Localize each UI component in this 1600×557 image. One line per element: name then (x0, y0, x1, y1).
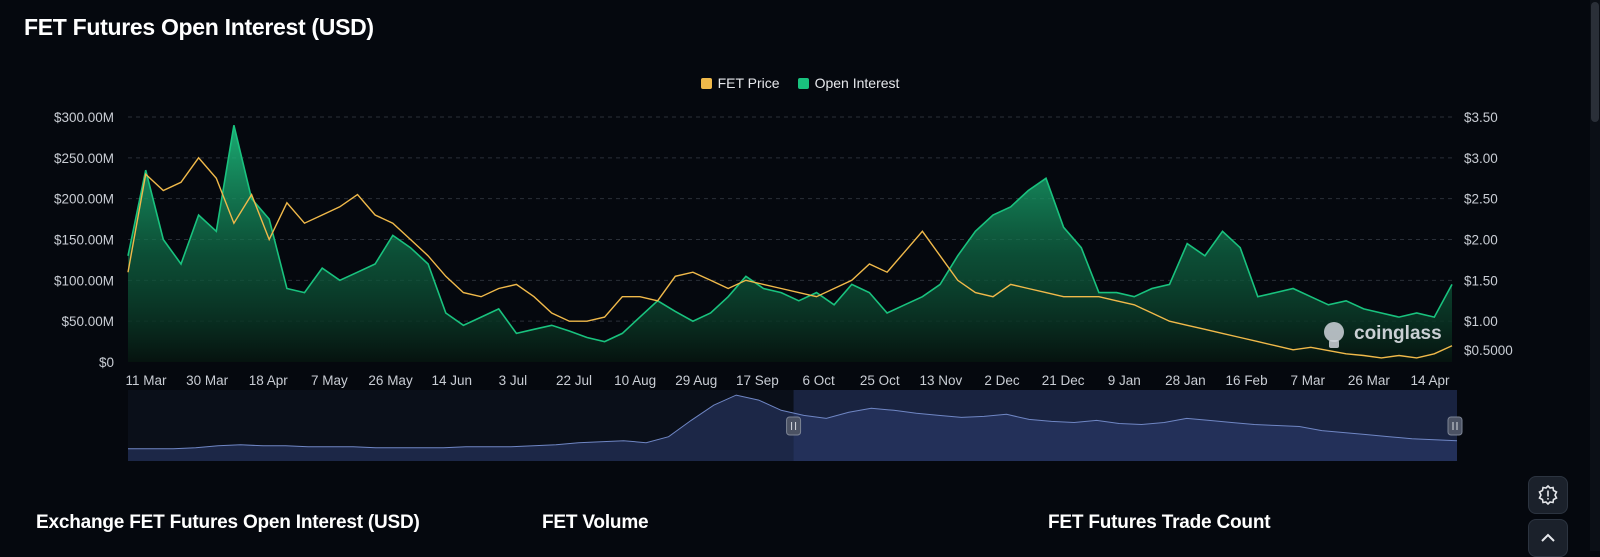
right-axis-tick: $2.00 (1464, 233, 1498, 248)
series-layer (127, 125, 1453, 362)
coinglass-logo-icon (1324, 322, 1344, 342)
x-axis-tick: 3 Jul (499, 373, 528, 388)
navigator-handle-left[interactable] (786, 416, 802, 436)
chevron-up-icon (1541, 533, 1555, 542)
x-axis-tick: 14 Jun (431, 373, 472, 388)
x-axis-tick: 29 Aug (675, 373, 717, 388)
left-axis-tick: $150.00M (54, 233, 114, 248)
left-axis-tick: $300.00M (54, 110, 114, 125)
x-axis-tick: 22 Jul (556, 373, 592, 388)
chart-area: $300.00M $250.00M $200.00M $150.00M $100.00M… (54, 110, 1513, 461)
x-axis-tick: 17 Sep (736, 373, 779, 388)
page-scrollbar-thumb[interactable] (1591, 2, 1599, 122)
x-axis-tick: 18 Apr (249, 373, 289, 388)
navigator-handle-right[interactable] (1447, 416, 1463, 436)
x-axis-tick: 9 Jan (1108, 373, 1141, 388)
right-axis-tick: $3.00 (1464, 151, 1498, 166)
x-axis-tick: 30 Mar (186, 373, 229, 388)
x-axis-labels: 11 Mar 30 Mar 18 Apr 7 May 26 May 14 Jun 3 Jul… (125, 373, 1450, 388)
section-title-trade-count: FET Futures Trade Count (1048, 512, 1271, 533)
scroll-top-button[interactable] (1528, 519, 1568, 557)
x-axis-tick: 14 Apr (1410, 373, 1450, 388)
x-axis-tick: 26 May (368, 373, 413, 388)
x-axis-tick: 10 Aug (614, 373, 656, 388)
left-axis-tick: $200.00M (54, 192, 114, 207)
right-axis-labels: $3.50 $3.00 $2.50 $2.00 $1.50 $1.00 $0.5000 (1464, 110, 1513, 358)
x-axis-tick: 25 Oct (860, 373, 900, 388)
right-axis-tick: $0.5000 (1464, 343, 1513, 358)
x-axis-tick: 13 Nov (919, 373, 962, 388)
left-axis-tick: $50.00M (61, 314, 114, 329)
x-axis-tick: 16 Feb (1226, 373, 1268, 388)
left-axis-tick: $250.00M (54, 151, 114, 166)
page-scrollbar[interactable] (1590, 0, 1600, 551)
alert-circle-icon (1538, 484, 1558, 506)
left-axis-labels: $300.00M $250.00M $200.00M $150.00M $100.00M… (54, 110, 114, 370)
right-axis-tick: $2.50 (1464, 192, 1498, 207)
coinglass-logo-base (1329, 340, 1339, 348)
x-axis-tick: 28 Jan (1165, 373, 1206, 388)
right-axis-tick: $1.50 (1464, 273, 1498, 288)
range-navigator[interactable] (128, 390, 1463, 461)
x-axis-tick: 7 May (311, 373, 348, 388)
right-axis-tick: $1.00 (1464, 314, 1498, 329)
x-axis-tick: 2 Dec (984, 373, 1020, 388)
x-axis-tick: 21 Dec (1042, 373, 1085, 388)
x-axis-tick: 6 Oct (802, 373, 835, 388)
left-axis-tick: $0 (99, 355, 114, 370)
x-axis-tick: 11 Mar (125, 373, 167, 388)
alert-button[interactable] (1528, 476, 1568, 514)
watermark-text: coinglass (1354, 323, 1442, 344)
section-title-volume: FET Volume (542, 512, 649, 533)
section-title-exchange-oi: Exchange FET Futures Open Interest (USD) (36, 512, 420, 533)
open-interest-area (128, 125, 1452, 362)
x-axis-tick: 26 Mar (1348, 373, 1391, 388)
x-axis-tick: 7 Mar (1290, 373, 1325, 388)
left-axis-tick: $100.00M (54, 273, 114, 288)
right-axis-tick: $3.50 (1464, 110, 1498, 125)
